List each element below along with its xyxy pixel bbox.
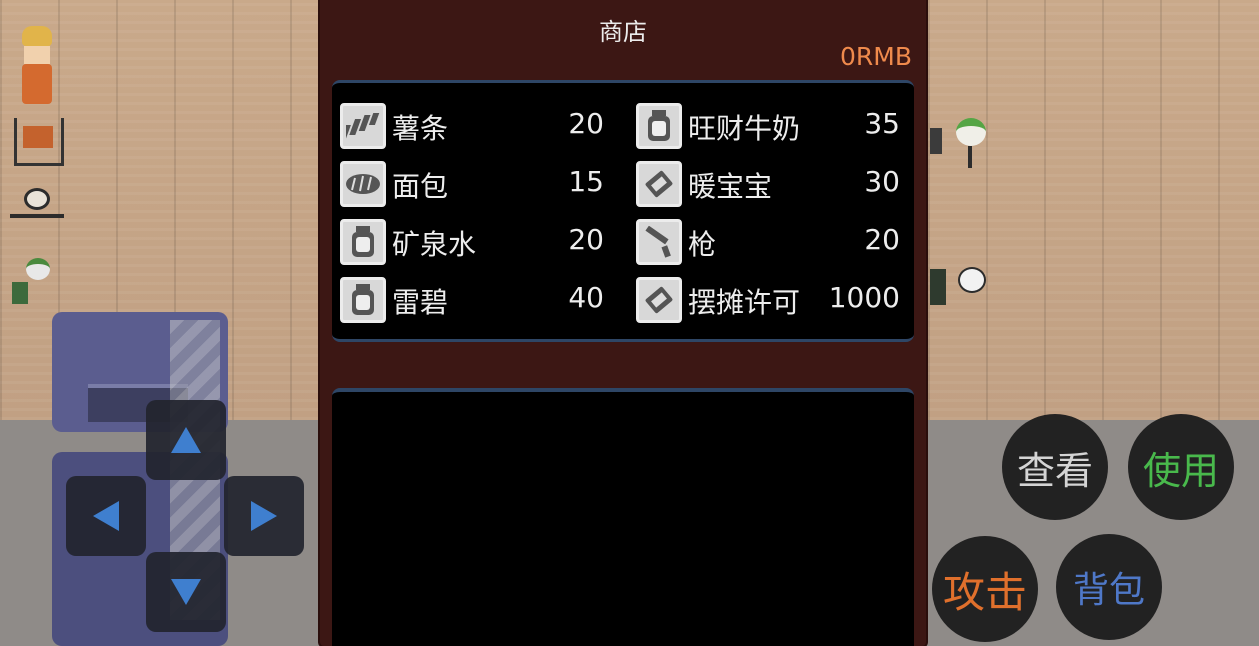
stick-figure-npc — [10, 188, 64, 238]
left-arrow-icon — [93, 501, 119, 531]
item-name: 暖宝宝 — [688, 170, 773, 203]
shop-item-hand-warmer[interactable]: 暖宝宝 30 — [628, 157, 912, 211]
item-description-box — [332, 388, 914, 646]
view-button[interactable]: 查看 — [1002, 414, 1108, 520]
dpad-up-button[interactable] — [146, 400, 226, 480]
dpad-down-button[interactable] — [146, 552, 226, 632]
item-price: 40 — [568, 281, 604, 314]
dpad-right-button[interactable] — [224, 476, 304, 556]
item-price: 30 — [864, 165, 900, 198]
item-name: 雷碧 — [392, 286, 449, 319]
attack-button[interactable]: 攻击 — [932, 536, 1038, 642]
item-price: 1000 — [828, 281, 900, 314]
easel-sprite — [14, 118, 64, 166]
ticket-icon — [636, 277, 682, 323]
item-name: 摆摊许可 — [688, 286, 801, 319]
right-arrow-icon — [251, 501, 277, 531]
shop-item-stall-permit[interactable]: 摆摊许可 1000 — [628, 273, 912, 327]
item-price: 15 — [568, 165, 604, 198]
bottle-icon — [636, 103, 682, 149]
green-cap-npc — [930, 110, 990, 170]
item-name: 旺财牛奶 — [688, 112, 801, 145]
dpad-left-button[interactable] — [66, 476, 146, 556]
item-price: 20 — [568, 107, 604, 140]
shop-title: 商店 — [599, 18, 647, 46]
up-arrow-icon — [171, 427, 201, 453]
bottle-icon — [340, 277, 386, 323]
shop-item-water[interactable]: 矿泉水 20 — [332, 215, 616, 269]
shop-item-bread[interactable]: 面包 15 — [332, 157, 616, 211]
item-price: 35 — [864, 107, 900, 140]
item-price: 20 — [864, 223, 900, 256]
bread-icon — [340, 161, 386, 207]
item-price: 20 — [568, 223, 604, 256]
item-name: 面包 — [392, 170, 449, 203]
shop-item-milk[interactable]: 旺财牛奶 35 — [628, 99, 912, 153]
panda-npc — [930, 265, 990, 315]
shop-item-fries[interactable]: 薯条 20 — [332, 99, 616, 153]
bag-button[interactable]: 背包 — [1056, 534, 1162, 640]
shop-item-gun[interactable]: 枪 20 — [628, 215, 912, 269]
ticket-icon — [636, 161, 682, 207]
gun-icon — [636, 219, 682, 265]
green-hair-npc — [12, 258, 60, 308]
down-arrow-icon — [171, 579, 201, 605]
item-name: 枪 — [688, 228, 717, 261]
player-character — [18, 26, 56, 110]
shop-panel: 商店 0RMB 薯条 20 旺财牛奶 35 面包 15 暖宝宝 30 矿泉水 2… — [320, 0, 926, 646]
use-button[interactable]: 使用 — [1128, 414, 1234, 520]
goods-list: 薯条 20 旺财牛奶 35 面包 15 暖宝宝 30 矿泉水 20 枪 20 雷… — [332, 80, 914, 342]
fries-icon — [340, 103, 386, 149]
shop-item-sprite-soda[interactable]: 雷碧 40 — [332, 273, 616, 327]
money-display: 0RMB — [840, 42, 912, 71]
item-name: 薯条 — [392, 112, 449, 145]
bottle-icon — [340, 219, 386, 265]
item-name: 矿泉水 — [392, 228, 477, 261]
